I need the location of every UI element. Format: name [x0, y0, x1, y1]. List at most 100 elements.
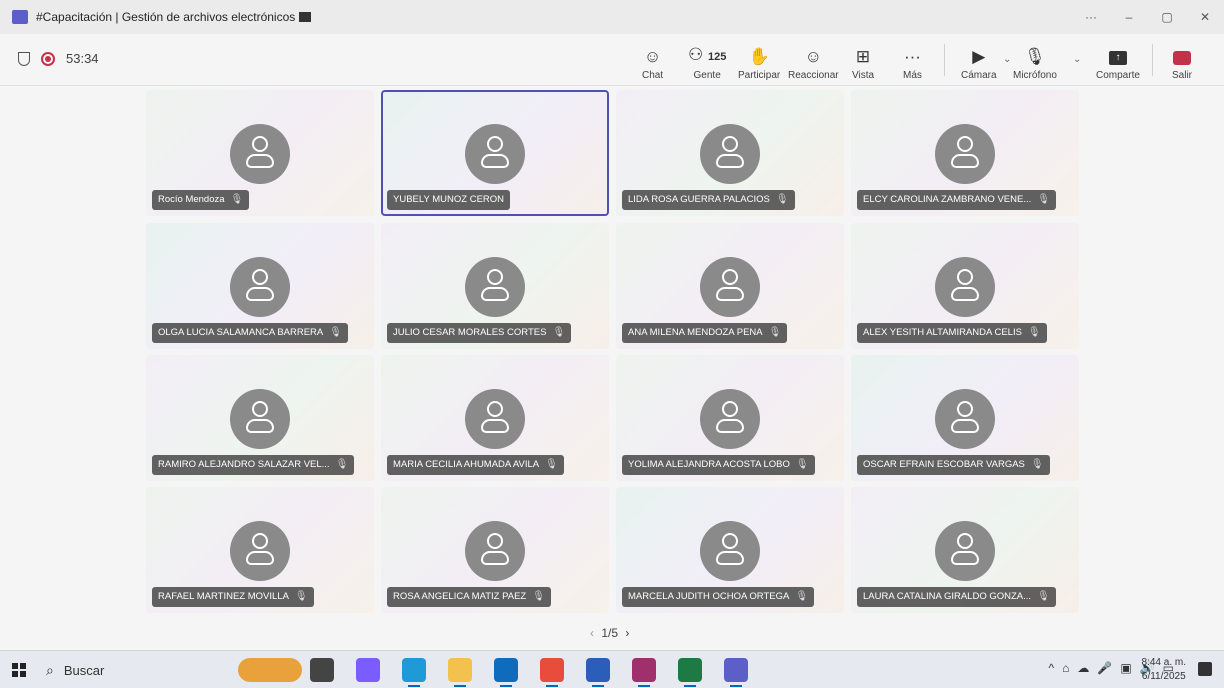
participant-name-tag: LIDA ROSA GUERRA PALACIOS 🎙 [622, 190, 795, 210]
tray-display-icon[interactable]: ▣ [1120, 661, 1131, 675]
participant-tile[interactable]: OLGA LUCIA SALAMANCA BARRERA 🎙 [146, 223, 374, 349]
participant-name: YOLIMA ALEJANDRA ACOSTA LOBO [628, 459, 790, 470]
participant-tile[interactable]: OSCAR EFRAIN ESCOBAR VARGAS 🎙 [851, 355, 1079, 481]
participant-tile[interactable]: JULIO CESAR MORALES CORTES 🎙 [381, 223, 609, 349]
participant-tile[interactable]: Rocío Mendoza 🎙 [146, 90, 374, 216]
participant-name-tag: ELCY CAROLINA ZAMBRANO VENE... 🎙 [857, 190, 1056, 210]
teams-icon[interactable] [724, 658, 748, 687]
tray-overflow-icon[interactable]: ^ [1049, 661, 1055, 675]
participant-name: MARIA CECILIA AHUMADA AVILA [393, 459, 540, 470]
mic-options-chevron-icon[interactable]: ⌄ [1073, 54, 1081, 65]
avatar-icon [700, 521, 760, 581]
avatar-icon [465, 124, 525, 184]
teams-app-icon [12, 10, 28, 24]
close-button[interactable]: ✕ [1186, 0, 1224, 34]
edge-icon[interactable] [402, 658, 426, 687]
mic-muted-icon: 🎙 [775, 194, 789, 205]
file-explorer-icon[interactable] [448, 658, 472, 687]
participant-tile[interactable]: ROSA ANGELICA MATIZ PAEZ 🎙 [381, 487, 609, 613]
more-button[interactable]: ··· Más [903, 40, 922, 82]
minimize-button[interactable]: – [1110, 0, 1148, 34]
winrar-icon[interactable] [632, 658, 656, 687]
participant-tile[interactable]: RAFAEL MARTINEZ MOVILLA 🎙 [146, 487, 374, 613]
view-grid-icon: ⊞ [855, 47, 871, 66]
camera-button[interactable]: ▶ Cámara [961, 40, 997, 82]
participant-name: LAURA CATALINA GIRALDO GONZA... [863, 591, 1032, 602]
mic-off-icon: 🎙 [1024, 47, 1046, 66]
participant-tile[interactable]: MARCELA JUDITH OCHOA ORTEGA 🎙 [616, 487, 844, 613]
participant-tile[interactable]: RAMIRO ALEJANDRO SALAZAR VEL... 🎙 [146, 355, 374, 481]
mic-muted-icon: 🎙 [1027, 327, 1041, 338]
taskbar-clock[interactable]: 8:44 a. m. 6/11/2025 [1142, 656, 1186, 684]
tray-app-icon[interactable]: ⌂ [1062, 661, 1069, 675]
avatar-icon [700, 257, 760, 317]
more-options-button[interactable]: ··· [1072, 0, 1110, 34]
avatar-icon [935, 257, 995, 317]
camera-off-icon: ▶ [972, 47, 986, 66]
excel-icon[interactable] [678, 658, 702, 687]
participant-tile[interactable]: ALEX YESITH ALTAMIRANDA CELIS 🎙 [851, 223, 1079, 349]
people-button[interactable]: ⚇ 125 Gente [688, 40, 726, 82]
participant-name-tag: RAMIRO ALEJANDRO SALAZAR VEL... 🎙 [152, 455, 355, 475]
word-icon[interactable] [586, 658, 610, 687]
mic-label: Micrófono [1013, 70, 1057, 81]
raise-hand-button[interactable]: ✋ Participar [738, 40, 780, 82]
chat-icon: ☺ [643, 47, 662, 66]
participant-name: RAFAEL MARTINEZ MOVILLA [158, 591, 289, 602]
mic-button[interactable]: 🎙 Micrófono [1013, 40, 1057, 82]
avatar-icon [935, 389, 995, 449]
participant-tile[interactable]: ANA MILENA MENDOZA PENA 🎙 [616, 223, 844, 349]
react-button[interactable]: ☺ Reaccionar [788, 40, 839, 82]
clock-date: 6/11/2025 [1141, 671, 1186, 682]
camera-options-chevron-icon[interactable]: ⌄ [1003, 54, 1011, 65]
share-button[interactable]: ↑ Comparte [1096, 40, 1140, 82]
participant-name: ALEX YESITH ALTAMIRANDA CELIS [863, 327, 1022, 338]
participant-tile[interactable]: YUBELY MUNOZ CERON [381, 90, 609, 216]
pager-text: 1/5 [601, 626, 619, 640]
maximize-button[interactable]: ▢ [1148, 0, 1186, 34]
chrome-icon[interactable] [540, 658, 564, 687]
task-view-icon[interactable] [310, 658, 334, 682]
clock-time: 8:44 a. m. [1141, 657, 1186, 668]
tray-mic-icon[interactable]: 🎤 [1097, 661, 1112, 675]
shield-icon[interactable] [18, 52, 30, 66]
participant-tile[interactable]: YOLIMA ALEJANDRA ACOSTA LOBO 🎙 [616, 355, 844, 481]
participant-name-tag: ALEX YESITH ALTAMIRANDA CELIS 🎙 [857, 323, 1047, 343]
participant-name-tag: OSCAR EFRAIN ESCOBAR VARGAS 🎙 [857, 455, 1050, 475]
avatar-icon [230, 257, 290, 317]
participant-tile[interactable]: LIDA ROSA GUERRA PALACIOS 🎙 [616, 90, 844, 216]
copilot-icon[interactable] [356, 658, 380, 682]
participant-tile[interactable]: MARIA CECILIA AHUMADA AVILA 🎙 [381, 355, 609, 481]
raise-hand-icon: ✋ [748, 47, 770, 66]
leave-button[interactable]: Salir [1172, 40, 1192, 82]
window-controls: ··· – ▢ ✕ [1072, 0, 1224, 34]
mic-muted-icon: 🎙 [768, 327, 782, 338]
meeting-timer: 53:34 [66, 51, 99, 66]
avatar-icon [230, 521, 290, 581]
tray-cloud-icon[interactable]: ☁ [1077, 661, 1089, 675]
participant-name: JULIO CESAR MORALES CORTES [393, 327, 547, 338]
participant-tile[interactable]: ELCY CAROLINA ZAMBRANO VENE... 🎙 [851, 90, 1079, 216]
avatar-icon [700, 124, 760, 184]
pager-next-icon[interactable]: › [625, 626, 629, 640]
view-button[interactable]: ⊞ Vista [852, 40, 874, 82]
more-label: Más [903, 70, 922, 81]
widgets-icon[interactable] [238, 658, 302, 682]
participant-name-tag: OLGA LUCIA SALAMANCA BARRERA 🎙 [152, 323, 348, 343]
taskbar-search[interactable]: ⌕ Buscar [46, 657, 226, 683]
search-label: Buscar [63, 662, 105, 678]
window-title-icon [299, 12, 312, 22]
windows-start-icon[interactable] [12, 663, 26, 677]
outlook-icon[interactable] [494, 658, 518, 687]
participant-name: ELCY CAROLINA ZAMBRANO VENE... [863, 194, 1032, 205]
people-icon: ⚇ 125 [688, 45, 727, 64]
participant-tile[interactable]: LAURA CATALINA GIRALDO GONZA... 🎙 [851, 487, 1079, 613]
mic-muted-icon: 🎙 [329, 327, 342, 338]
react-label: Reaccionar [788, 70, 839, 81]
chat-button[interactable]: ☺ Chat [642, 40, 663, 82]
pager-prev-icon[interactable]: ‹ [590, 626, 594, 640]
notification-icon[interactable] [1198, 662, 1212, 676]
mic-muted-icon: 🎙 [230, 194, 244, 205]
grid-pager: ‹ 1/5 › [586, 626, 633, 640]
mic-muted-icon: 🎙 [294, 591, 308, 602]
